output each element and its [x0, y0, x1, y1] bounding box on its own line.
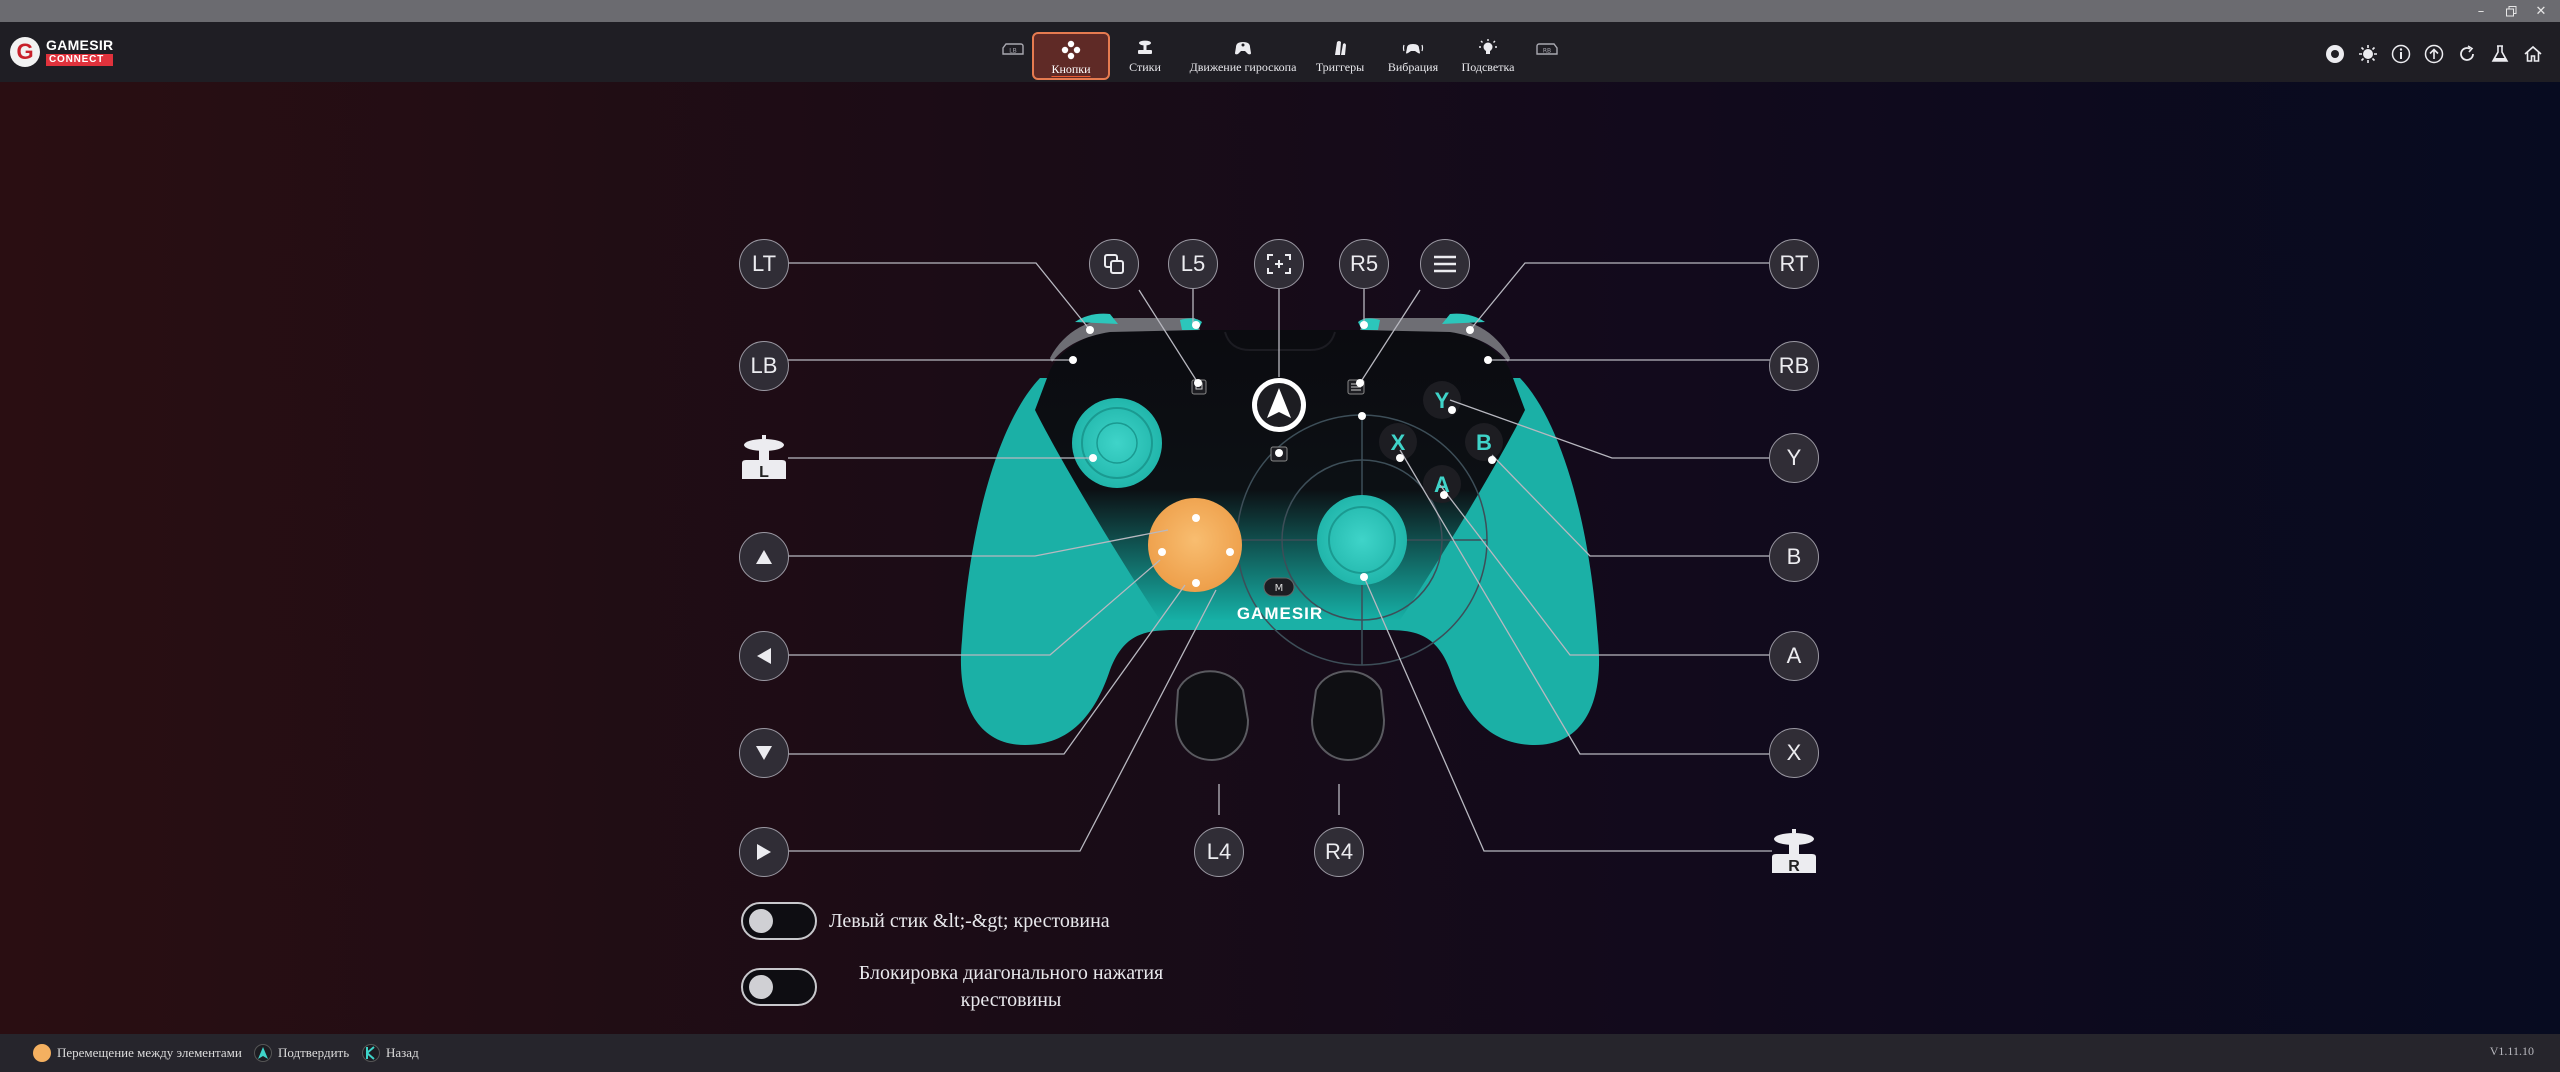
- hint-navigate: Перемещение между элементами: [33, 1043, 242, 1063]
- dpad-down-button[interactable]: [739, 728, 789, 778]
- left-stick-hint-icon: [33, 1044, 51, 1062]
- hint-back: Назад: [362, 1043, 419, 1063]
- home-button[interactable]: [1252, 378, 1306, 432]
- right-stick-press-icon[interactable]: R: [1767, 826, 1821, 880]
- toggle-row-stick-dpad-swap: Левый стик &lt;-&gt; крестовина: [741, 902, 1110, 940]
- mode-button[interactable]: M: [1263, 577, 1295, 597]
- rt-mapping-button[interactable]: RT: [1769, 239, 1819, 289]
- menu-button-icon: [1434, 255, 1456, 273]
- hint-confirm: Подтвердить: [254, 1043, 349, 1063]
- svg-text:X: X: [1391, 430, 1406, 455]
- diagonal-lock-label-line2: крестовины: [960, 989, 1062, 1011]
- brand-text: GAMESIR: [1237, 604, 1323, 623]
- l5-mapping-button[interactable]: L5: [1168, 239, 1218, 289]
- l4-mapping-button[interactable]: L4: [1194, 827, 1244, 877]
- app-window: – ✕ G GAMESIR CONNECT LB Кнопки Стики Дв…: [0, 0, 2560, 1072]
- diagonal-lock-toggle[interactable]: [741, 968, 817, 1006]
- svg-text:R: R: [1788, 858, 1800, 875]
- lt-mapping-button[interactable]: LT: [739, 239, 789, 289]
- dpad-left-icon: [757, 648, 771, 664]
- svg-text:Y: Y: [1435, 388, 1450, 413]
- right-stick[interactable]: [1317, 495, 1407, 585]
- b-button-hint-icon: [362, 1044, 380, 1062]
- back-paddle-l4[interactable]: [1174, 670, 1250, 762]
- back-paddle-r4[interactable]: [1310, 670, 1386, 762]
- mode-label: M: [1275, 583, 1284, 594]
- svg-text:L: L: [759, 464, 769, 481]
- y-mapping-button[interactable]: Y: [1769, 433, 1819, 483]
- app-version: V1.11.10: [2489, 1044, 2534, 1058]
- b-mapping-button[interactable]: B: [1769, 532, 1819, 582]
- r4-mapping-button[interactable]: R4: [1314, 827, 1364, 877]
- face-button-b[interactable]: B: [1465, 423, 1503, 461]
- rb-mapping-button[interactable]: RB: [1769, 341, 1819, 391]
- x-mapping-button[interactable]: X: [1769, 728, 1819, 778]
- diagonal-lock-label-line1: Блокировка диагонального нажатия: [858, 962, 1164, 984]
- dpad-right-button[interactable]: [739, 827, 789, 877]
- left-stick-press-icon[interactable]: L: [737, 432, 791, 486]
- hint-navigate-label: Перемещение между элементами: [57, 1045, 242, 1060]
- dpad[interactable]: [1148, 498, 1242, 592]
- dpad-right-icon: [757, 844, 771, 860]
- dpad-down-icon: [756, 746, 772, 760]
- view-button-icon: [1104, 254, 1124, 274]
- left-stick[interactable]: [1072, 398, 1162, 488]
- controller-diagram: M GAMESIR Y X B A: [788, 262, 1772, 852]
- dpad-left-button[interactable]: [739, 631, 789, 681]
- screenshot-mapping-button[interactable]: [1254, 239, 1304, 289]
- dpad-up-icon: [756, 550, 772, 564]
- a-button-hint-icon: [254, 1044, 272, 1062]
- view-mapping-button[interactable]: [1089, 239, 1139, 289]
- hint-confirm-label: Подтвердить: [278, 1045, 350, 1060]
- svg-text:B: B: [1476, 430, 1492, 455]
- dpad-up-button[interactable]: [739, 532, 789, 582]
- r5-mapping-button[interactable]: R5: [1339, 239, 1389, 289]
- face-button-y[interactable]: Y: [1423, 381, 1461, 419]
- hint-back-label: Назад: [386, 1045, 419, 1060]
- stick-dpad-swap-label: Левый стик &lt;-&gt; крестовина: [829, 909, 1110, 932]
- stick-dpad-swap-toggle[interactable]: [741, 902, 817, 940]
- lb-mapping-button[interactable]: LB: [739, 341, 789, 391]
- menu-mapping-button[interactable]: [1420, 239, 1470, 289]
- toggle-row-diagonal-lock: Блокировка диагонального нажатия крестов…: [741, 960, 1187, 1014]
- screenshot-button-icon: [1267, 254, 1291, 274]
- a-mapping-button[interactable]: A: [1769, 631, 1819, 681]
